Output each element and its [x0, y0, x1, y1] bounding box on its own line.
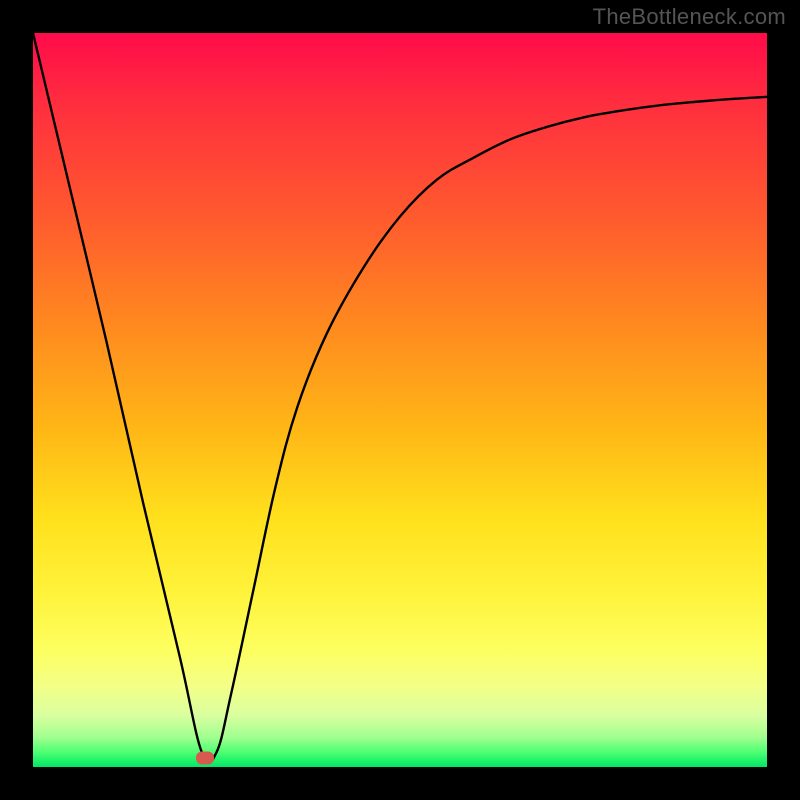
optimal-point-marker — [196, 752, 214, 765]
plot-area — [33, 33, 767, 767]
bottleneck-curve — [33, 33, 767, 767]
watermark-text: TheBottleneck.com — [593, 4, 786, 30]
chart-frame: TheBottleneck.com — [0, 0, 800, 800]
